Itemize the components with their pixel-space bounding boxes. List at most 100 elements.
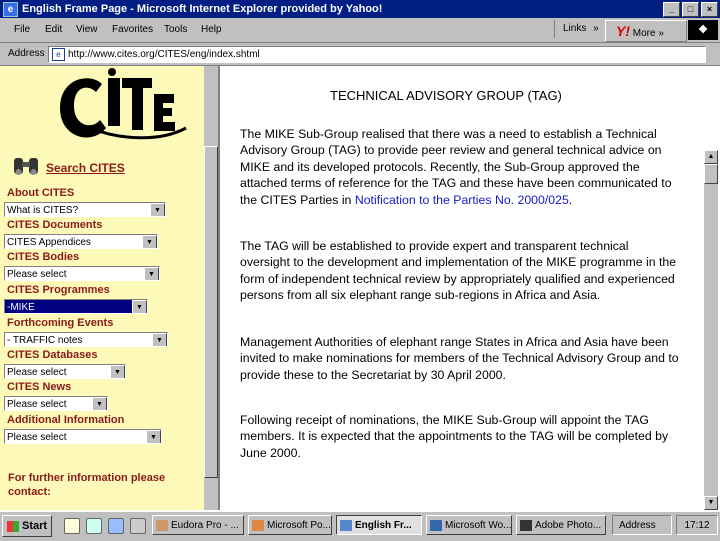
task-word[interactable]: Microsoft Wo... [426, 515, 512, 535]
quicklaunch-desktop-icon[interactable] [130, 518, 146, 534]
select-cites-databases[interactable]: Please select ▼ [4, 364, 126, 379]
task-label: Microsoft Po... [267, 520, 331, 531]
task-label: Eudora Pro - ... [171, 520, 239, 531]
links-toolbar[interactable]: Links » [554, 20, 613, 38]
links-label: Links [563, 23, 587, 34]
minimize-button[interactable]: _ [663, 2, 680, 17]
section-about-cites: About CITES [7, 187, 75, 199]
cites-logo [50, 68, 190, 144]
select-value: CITES Appendices [7, 237, 91, 248]
word-icon [430, 520, 442, 531]
page-title: TECHNICAL ADVISORY GROUP (TAG) [330, 88, 562, 103]
dropdown-arrow-icon[interactable]: ▼ [146, 430, 161, 443]
content-scrollbar[interactable]: ▲ ▼ [704, 150, 718, 510]
select-cites-news[interactable]: Please select ▼ [4, 396, 108, 411]
ie-icon[interactable]: e [3, 2, 18, 17]
quicklaunch-ie-icon[interactable] [108, 518, 124, 534]
section-forthcoming-events: Forthcoming Events [7, 317, 114, 329]
yahoo-logo: Y! [616, 23, 630, 39]
eudora-icon [156, 520, 168, 531]
clock: 17:12 [676, 515, 718, 535]
select-value: Please select [7, 367, 67, 378]
scroll-up-icon[interactable]: ▲ [704, 150, 718, 164]
section-additional-information: Additional Information [7, 414, 125, 426]
dropdown-arrow-icon[interactable]: ▼ [150, 203, 165, 216]
scroll-down-icon[interactable]: ▼ [704, 496, 718, 510]
task-eudora[interactable]: Eudora Pro - ... [152, 515, 244, 535]
section-cites-news: CITES News [7, 381, 72, 393]
select-additional-information[interactable]: Please select ▼ [4, 429, 162, 444]
binoculars-icon[interactable] [12, 154, 40, 178]
content-frame: TECHNICAL ADVISORY GROUP (TAG) The MIKE … [220, 66, 704, 510]
paragraph-1-end: . [568, 192, 573, 207]
dropdown-arrow-icon[interactable]: ▼ [92, 397, 107, 410]
dropdown-arrow-icon[interactable]: ▼ [152, 333, 167, 346]
scrollbar-thumb[interactable] [204, 146, 218, 478]
taskbar: Start Eudora Pro - ... Microsoft Po... E… [0, 511, 720, 541]
section-cites-bodies: CITES Bodies [7, 251, 80, 263]
address-url: http://www.cites.org/CITES/eng/index.sht… [68, 49, 260, 60]
menu-favorites[interactable]: Favorites [112, 24, 153, 35]
start-label: Start [22, 520, 48, 532]
menu-file[interactable]: File [14, 24, 30, 35]
dropdown-arrow-icon[interactable]: ▼ [142, 235, 157, 248]
menu-view[interactable]: View [76, 24, 98, 35]
maximize-button[interactable]: □ [682, 2, 699, 17]
task-photoshop[interactable]: Adobe Photo... [516, 515, 606, 535]
quicklaunch-notepad-icon[interactable] [64, 518, 80, 534]
further-information-text: For further information please contact: [8, 472, 166, 498]
start-button[interactable]: Start [2, 515, 52, 537]
select-forthcoming-events[interactable]: - TRAFFIC notes ▼ [4, 332, 168, 347]
select-value: -MIKE [7, 302, 35, 313]
navigation-frame: Search CITES About CITES What is CITES? … [0, 66, 204, 510]
address-input[interactable]: e http://www.cites.org/CITES/eng/index.sh… [48, 46, 706, 63]
paragraph-3: Management Authorities of elephant range… [240, 335, 679, 382]
menu-help[interactable]: Help [201, 24, 222, 35]
select-cites-documents[interactable]: CITES Appendices ▼ [4, 234, 158, 249]
dropdown-arrow-icon[interactable]: ▼ [110, 365, 125, 378]
yahoo-toolbar-button[interactable]: Y! More » [605, 20, 687, 42]
windows-logo-icon: ❖ [688, 20, 718, 40]
menu-edit[interactable]: Edit [45, 24, 62, 35]
browser-window: e English Frame Page - Microsoft Interne… [0, 0, 720, 541]
window-title: English Frame Page - Microsoft Internet … [22, 3, 383, 15]
section-cites-databases: CITES Databases [7, 349, 98, 361]
chevron-right-icon[interactable]: » [593, 23, 599, 34]
title-bar: e English Frame Page - Microsoft Interne… [0, 0, 720, 18]
select-value: - TRAFFIC notes [7, 335, 83, 346]
task-powerpoint[interactable]: Microsoft Po... [248, 515, 332, 535]
dropdown-arrow-icon[interactable]: ▼ [144, 267, 159, 280]
select-about-cites[interactable]: What is CITES? ▼ [4, 202, 166, 217]
scrollbar-thumb[interactable] [704, 164, 718, 184]
powerpoint-icon [252, 520, 264, 531]
dropdown-arrow-icon[interactable]: ▼ [132, 300, 147, 313]
search-cites-link[interactable]: Search CITES [46, 161, 125, 175]
task-label: English Fr... [355, 520, 412, 531]
taskbar-address[interactable]: Address [612, 515, 672, 535]
select-value: Please select [7, 269, 67, 280]
nav-frame-scrollbar[interactable] [204, 66, 218, 510]
windows-flag-icon [7, 520, 19, 532]
task-label: Microsoft Wo... [445, 520, 512, 531]
address-bar: Address e http://www.cites.org/CITES/eng/… [0, 43, 720, 66]
quicklaunch-channels-icon[interactable] [86, 518, 102, 534]
select-value: Please select [7, 399, 67, 410]
page-icon: e [52, 48, 65, 61]
menu-tools[interactable]: Tools [164, 24, 187, 35]
select-cites-bodies[interactable]: Please select ▼ [4, 266, 160, 281]
close-button[interactable]: × [701, 2, 718, 17]
select-value: What is CITES? [7, 205, 79, 216]
task-label: Adobe Photo... [535, 520, 602, 531]
section-cites-documents: CITES Documents [7, 219, 103, 231]
photoshop-icon [520, 520, 532, 531]
notification-link[interactable]: Notification to the Parties No. 2000/025 [355, 193, 569, 207]
paragraph-1: The MIKE Sub-Group realised that there w… [240, 126, 680, 208]
paragraph-2: The TAG will be established to provide e… [240, 239, 677, 303]
elephant-logo-icon [60, 68, 187, 140]
select-value: Please select [7, 432, 67, 443]
section-cites-programmes: CITES Programmes [7, 284, 110, 296]
task-english-frame-page[interactable]: English Fr... [336, 515, 422, 535]
yahoo-more-label: More » [632, 28, 664, 39]
select-cites-programmes[interactable]: -MIKE ▼ [4, 299, 148, 314]
ie-task-icon [340, 520, 352, 531]
